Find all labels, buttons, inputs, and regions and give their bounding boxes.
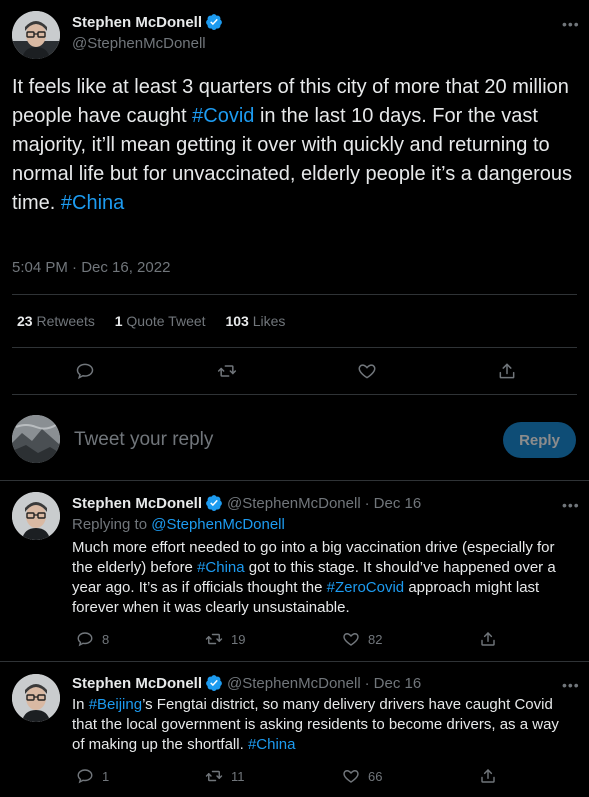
hashtag-link[interactable]: #China — [61, 192, 124, 214]
reply-date[interactable]: Dec 16 — [374, 495, 422, 512]
reply-icon — [77, 769, 93, 784]
quotes-count: 1 — [114, 313, 123, 329]
reply-header: Stephen McDonell @StephenMcDonell · Dec … — [72, 674, 421, 692]
reply-author-name[interactable]: Stephen McDonell — [72, 495, 202, 512]
hashtag-link[interactable]: #China — [248, 736, 296, 753]
retweet-icon[interactable] — [217, 361, 237, 381]
tweet-stats: 23 Retweets 1 Quote Tweet 103 Likes — [17, 313, 285, 329]
reply-date[interactable]: Dec 16 — [374, 675, 422, 692]
avatar-man-glasses-icon — [12, 11, 60, 59]
reply-header: Stephen McDonell @StephenMcDonell · Dec … — [72, 494, 421, 512]
reply-action[interactable]: 8 — [76, 630, 109, 648]
more-options-icon[interactable]: ••• — [562, 497, 580, 513]
like-icon — [343, 633, 359, 646]
retweet-action[interactable]: 11 — [205, 767, 245, 785]
text-segment: In — [72, 696, 89, 713]
hashtag-link[interactable]: #Covid — [192, 105, 254, 127]
divider — [12, 294, 577, 295]
reply-action[interactable]: 1 — [76, 767, 109, 785]
avatar-man-glasses-icon — [12, 674, 60, 722]
like-count: 82 — [368, 631, 383, 647]
divider — [0, 480, 589, 481]
avatar-man-glasses-icon — [12, 492, 60, 540]
reply-author-handle[interactable]: @StephenMcDonell — [227, 495, 361, 512]
main-tweet-timestamp[interactable]: 5:04 PM · Dec 16, 2022 — [12, 259, 170, 276]
verified-badge-icon — [205, 674, 223, 692]
hashtag-link[interactable]: #ZeroCovid — [327, 579, 405, 596]
reply-text: Much more effort needed to go into a big… — [72, 538, 572, 618]
more-options-icon[interactable]: ••• — [562, 677, 580, 693]
reply-author-handle[interactable]: @StephenMcDonell — [227, 675, 361, 692]
reply-author-name[interactable]: Stephen McDonell — [72, 675, 202, 692]
avatar-landscape-icon — [12, 415, 60, 463]
separator-dot: · — [364, 494, 370, 512]
retweets-count: 23 — [17, 313, 33, 329]
main-author-name-row: Stephen McDonell — [72, 13, 223, 31]
hashtag-link[interactable]: #China — [197, 559, 245, 576]
reply-button[interactable]: Reply — [503, 422, 576, 458]
replying-to-handle[interactable]: @StephenMcDonell — [151, 516, 285, 533]
verified-badge-icon — [205, 494, 223, 512]
reply-text: In #Beijing’s Fengtai district, so many … — [72, 695, 572, 755]
main-author-name[interactable]: Stephen McDonell — [72, 14, 202, 31]
reply-count: 1 — [102, 768, 110, 784]
retweet-icon — [205, 770, 223, 782]
reply-count: 8 — [102, 631, 110, 647]
divider — [12, 394, 577, 395]
more-options-icon[interactable]: ••• — [562, 16, 580, 32]
text-segment: ’s Fengtai district, so many delivery dr… — [72, 696, 559, 753]
like-action[interactable]: 66 — [342, 767, 382, 785]
retweet-count: 19 — [231, 631, 246, 647]
retweet-count: 11 — [231, 768, 245, 784]
likes-count: 103 — [225, 313, 249, 329]
share-icon — [481, 769, 495, 783]
like-action[interactable]: 82 — [342, 630, 382, 648]
likes-stat[interactable]: 103 Likes — [225, 313, 285, 329]
main-tweet-text: It feels like at least 3 quarters of thi… — [12, 73, 572, 218]
reply-icon — [77, 632, 93, 647]
quotes-stat[interactable]: 1 Quote Tweet — [115, 313, 210, 329]
like-icon — [343, 770, 359, 783]
reply-author-avatar[interactable] — [12, 674, 60, 722]
separator-dot: · — [364, 674, 370, 692]
retweets-label: Retweets — [36, 313, 95, 329]
retweets-stat[interactable]: 23 Retweets — [17, 313, 99, 329]
hashtag-link[interactable]: #Beijing — [89, 696, 142, 713]
retweet-action[interactable]: 19 — [205, 630, 245, 648]
replying-to: Replying to @StephenMcDonell — [72, 516, 285, 533]
replying-to-label: Replying to — [72, 516, 152, 533]
share-action[interactable] — [479, 767, 505, 785]
reply-input[interactable]: Tweet your reply — [74, 429, 213, 451]
share-action[interactable] — [479, 630, 505, 648]
current-user-avatar[interactable] — [12, 415, 60, 463]
share-icon[interactable] — [497, 361, 517, 381]
reply-author-avatar[interactable] — [12, 492, 60, 540]
verified-badge-icon — [205, 13, 223, 31]
divider — [12, 347, 577, 348]
reply-icon[interactable] — [75, 361, 95, 381]
like-icon[interactable] — [357, 361, 377, 381]
retweet-icon — [205, 633, 223, 645]
share-icon — [481, 632, 495, 646]
main-author-handle[interactable]: @StephenMcDonell — [72, 35, 206, 52]
like-count: 66 — [368, 768, 383, 784]
author-avatar[interactable] — [12, 11, 60, 59]
quotes-label: Quote Tweet — [126, 313, 206, 329]
likes-label: Likes — [252, 313, 286, 329]
divider — [0, 661, 589, 662]
